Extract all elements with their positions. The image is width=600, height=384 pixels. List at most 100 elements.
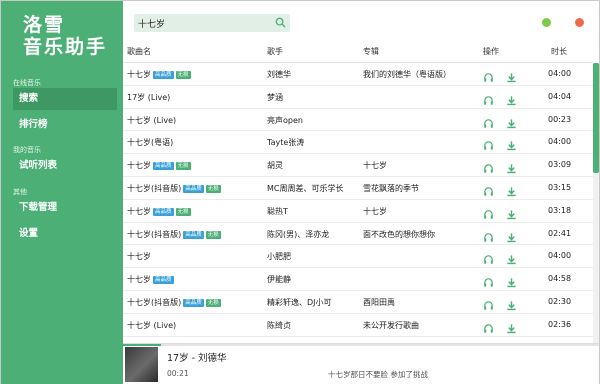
duration: 00:23 <box>548 114 572 124</box>
artist-name[interactable]: 刘德华 <box>267 69 291 80</box>
search-input[interactable] <box>138 15 268 31</box>
song-title: 十七岁 <box>127 275 151 285</box>
album-name[interactable]: 未公开发行歌曲 <box>363 320 419 331</box>
album-name[interactable]: 我们的刘德华（粤语版） <box>363 69 451 80</box>
headphones-icon[interactable] <box>483 319 494 333</box>
sidebar-item-settings[interactable]: 设置 <box>13 223 117 245</box>
sidebar-item-downloads[interactable]: 下载管理 <box>13 197 117 219</box>
artist-name[interactable]: 小肥肥 <box>267 251 291 262</box>
hq-badge: 高品质 <box>153 162 174 171</box>
sidebar-item-charts[interactable]: 排行榜 <box>13 114 117 136</box>
header-duration: 时长 <box>551 47 567 56</box>
headphones-icon[interactable] <box>483 205 494 219</box>
hq-badge: 高品质 <box>153 71 174 79</box>
sidebar-item-playlist[interactable]: 试听列表 <box>13 155 117 177</box>
lyric-line: 十七岁那日不要脸 参加了挑战 <box>328 370 428 379</box>
artist-name[interactable]: 精彩轩逸、DJ小可 <box>267 297 332 308</box>
progress-bar[interactable] <box>123 344 599 346</box>
album-name[interactable]: 雪花飘落的季节 <box>363 183 419 194</box>
headphones-icon[interactable] <box>483 228 494 242</box>
lossless-badge: 无损 <box>205 184 221 193</box>
album-name[interactable]: 酉阳田禹 <box>363 297 395 308</box>
minimize-button[interactable] <box>542 18 551 27</box>
artist-name[interactable]: 胡灵 <box>267 160 283 171</box>
artist-name[interactable]: 梦涵 <box>267 92 283 103</box>
table-row[interactable]: 十七岁 高品质 无损 刘德华 我们的刘德华（粤语版） 04:00 <box>123 63 593 86</box>
table-row[interactable]: 17岁 (Live) 梦涵 04:04 <box>123 86 593 109</box>
headphones-icon[interactable] <box>483 273 494 287</box>
album-name[interactable]: 十七岁 <box>363 160 387 171</box>
download-icon[interactable] <box>506 250 517 265</box>
table-row[interactable]: 十七岁 小肥肥 04:00 <box>123 245 593 269</box>
player-bar: 17岁 - 刘德华 00:21 十七岁那日不要脸 参加了挑战 <box>123 343 599 384</box>
headphones-icon[interactable] <box>483 114 494 128</box>
hq-badge: 高品质 <box>183 298 204 307</box>
sidebar: 洛雪 音乐助手 在线音乐 搜索 排行榜 我的音乐 试听列表 其他 下载管理 设置 <box>1 1 123 384</box>
duration: 02:30 <box>548 296 572 306</box>
artist-name[interactable]: Tayte张涛 <box>267 137 304 148</box>
song-title: 十七岁(抖音版) <box>127 229 182 239</box>
headphones-icon[interactable] <box>483 182 494 196</box>
sidebar-item-search[interactable]: 搜索 <box>13 88 117 110</box>
download-icon[interactable] <box>506 91 517 105</box>
song-title: 十七岁(粤语) <box>127 138 174 148</box>
headphones-icon[interactable] <box>483 68 494 82</box>
headphones-icon[interactable] <box>483 250 494 265</box>
artist-name[interactable]: MC周周差、可乐学长 <box>267 183 344 194</box>
song-name: 十七岁 高品质 无损 <box>127 69 191 80</box>
download-icon[interactable] <box>506 68 517 83</box>
header-artist: 歌手 <box>267 47 283 56</box>
download-icon[interactable] <box>506 159 517 174</box>
table-row[interactable]: 十七岁(抖音版) 高品质 无损 精彩轩逸、DJ小可 酉阳田禹 02:30 <box>123 291 593 314</box>
close-button[interactable] <box>575 18 584 27</box>
table-row[interactable]: 十七岁 (Live) 亮声open 00:23 <box>123 109 593 132</box>
download-icon[interactable] <box>506 296 517 311</box>
artist-name[interactable]: 陈冈(男)、泽亦龙 <box>267 229 329 240</box>
headphones-icon[interactable] <box>483 159 494 173</box>
artist-name[interactable]: 亮声open <box>267 115 303 126</box>
hq-badge: 高品质 <box>183 184 204 193</box>
download-icon[interactable] <box>506 205 517 219</box>
download-icon[interactable] <box>506 182 517 197</box>
headphones-icon[interactable] <box>483 296 494 310</box>
artist-name[interactable]: 伊能静 <box>267 274 291 285</box>
headphones-icon[interactable] <box>483 91 494 105</box>
table-row[interactable]: 十七岁(粤语) Tayte张涛 04:00 <box>123 131 593 155</box>
duration: 04:00 <box>548 137 572 147</box>
section-other: 其他 <box>13 188 27 196</box>
table-row[interactable]: 十七岁 高品质 伊能静 04:58 <box>123 268 593 291</box>
artist-name[interactable]: 聪热T <box>267 206 288 217</box>
song-name: 十七岁(抖音版) 高品质 无损 <box>127 229 221 240</box>
album-name[interactable]: 十七岁 <box>363 206 387 217</box>
duration: 04:58 <box>548 274 572 284</box>
download-icon[interactable] <box>506 228 517 242</box>
search-icon[interactable] <box>275 17 286 28</box>
duration: 03:15 <box>548 182 572 192</box>
header-action: 操作 <box>483 47 499 56</box>
table-row[interactable]: 十七岁 (Live) 陈绮贞 未公开发行歌曲 02:36 <box>123 314 593 337</box>
song-title: 十七岁 <box>127 161 151 171</box>
song-name: 十七岁 高品质 无损 <box>127 160 191 171</box>
hq-badge: 高品质 <box>153 276 174 285</box>
download-icon[interactable] <box>506 114 517 128</box>
song-name: 十七岁(抖音版) 高品质 无损 <box>127 297 221 308</box>
album-cover[interactable] <box>125 347 158 382</box>
download-icon[interactable] <box>506 273 517 288</box>
duration: 04:00 <box>548 251 572 261</box>
section-online-music: 在线音乐 <box>13 79 41 87</box>
table-row[interactable]: 十七岁 高品质 无损 聪热T 十七岁 03:18 <box>123 200 593 223</box>
album-name[interactable]: 面不改色的想你想你 <box>363 229 435 240</box>
header-song: 歌曲名 <box>127 47 151 56</box>
download-icon[interactable] <box>506 136 517 151</box>
table-header: 歌曲名 歌手 专辑 操作 时长 <box>123 41 593 63</box>
headphones-icon[interactable] <box>483 136 494 151</box>
artist-name[interactable]: 陈绮贞 <box>267 320 291 331</box>
lossless-badge: 无损 <box>175 207 191 216</box>
table-row[interactable]: 十七岁 高品质 无损 胡灵 十七岁 03:09 <box>123 154 593 177</box>
table-row[interactable]: 十七岁(抖音版) 高品质 无损 陈冈(男)、泽亦龙 面不改色的想你想你 02:41 <box>123 223 593 246</box>
hq-badge: 高品质 <box>153 207 174 216</box>
download-icon[interactable] <box>506 319 517 333</box>
table-row[interactable]: 十七岁(抖音版) 高品质 无损 MC周周差、可乐学长 雪花飘落的季节 03:15 <box>123 177 593 200</box>
scrollbar-thumb[interactable] <box>593 63 599 173</box>
lossless-badge: 无损 <box>175 71 191 79</box>
